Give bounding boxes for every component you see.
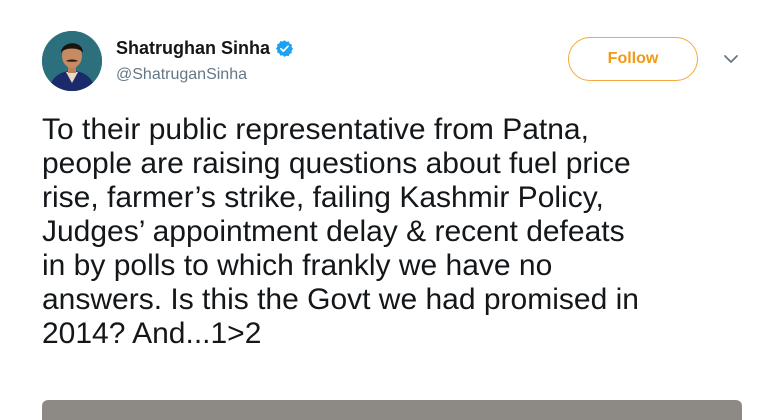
- author-handle[interactable]: @ShatruganSinha: [116, 66, 247, 84]
- tweet-text: To their public representative from Patn…: [42, 113, 639, 350]
- verified-badge-icon: [275, 39, 294, 58]
- author-name[interactable]: Shatrughan Sinha: [116, 38, 270, 59]
- author-name-row: Shatrughan Sinha: [116, 38, 294, 58]
- follow-button[interactable]: Follow: [568, 37, 698, 81]
- avatar[interactable]: [42, 31, 102, 91]
- chevron-down-icon[interactable]: [722, 52, 740, 66]
- tweet-media[interactable]: [42, 400, 742, 420]
- tweet-card: Shatrughan Sinha @ShatruganSinha Follow …: [0, 0, 777, 420]
